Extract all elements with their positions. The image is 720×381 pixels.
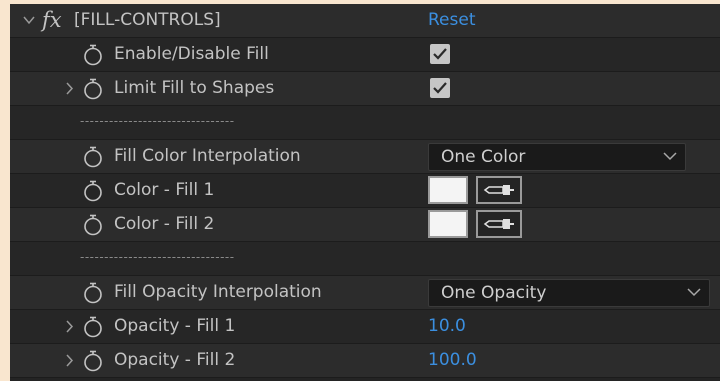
opacity-fill-1-label: Opacity - Fill 1 [114,316,236,336]
stopwatch-icon[interactable] [82,282,104,304]
effect-name: [FILL-CONTROLS] [74,10,221,30]
eyedropper-icon [483,219,514,229]
color-fill-1-row: Color - Fill 1 [10,174,720,208]
twirl-down-icon[interactable] [22,4,36,37]
color-fill-1-label: Color - Fill 1 [114,180,215,200]
stopwatch-icon[interactable] [82,180,104,202]
eyedropper-button[interactable] [476,210,522,238]
enable-fill-row: Enable/Disable Fill [10,38,720,72]
stopwatch-icon[interactable] [82,44,104,66]
opacity-interpolation-row: Fill Opacity Interpolation One Opacity [10,276,720,310]
opacity-interpolation-label: Fill Opacity Interpolation [114,282,322,302]
fx-icon[interactable]: fx [42,4,62,37]
opacity-interpolation-dropdown[interactable]: One Opacity [428,279,710,307]
dropdown-value: One Color [441,147,526,167]
twirl-right-icon[interactable] [64,344,74,377]
opacity-fill-2-value[interactable]: 100.0 [428,344,477,377]
chevron-down-icon [687,288,701,297]
opacity-fill-2-label: Opacity - Fill 2 [114,350,236,370]
color-fill-2-label: Color - Fill 2 [114,214,215,234]
enable-fill-label: Enable/Disable Fill [114,44,269,64]
eyedropper-icon [483,185,514,195]
color-interpolation-label: Fill Color Interpolation [114,146,301,166]
eyedropper-button[interactable] [476,176,522,204]
stopwatch-icon[interactable] [82,78,104,100]
limit-fill-checkbox[interactable] [430,78,450,98]
effect-header-row: fx [FILL-CONTROLS] Reset [10,4,720,38]
stopwatch-icon[interactable] [82,316,104,338]
color-interpolation-row: Fill Color Interpolation One Color [10,140,720,174]
enable-fill-checkbox[interactable] [430,44,450,64]
checkmark-icon [433,48,447,60]
separator-row: -------------------------------- [10,106,720,140]
limit-fill-row: Limit Fill to Shapes [10,72,720,106]
color-interpolation-dropdown[interactable]: One Color [428,143,686,171]
separator-row: -------------------------------- [10,242,720,276]
stopwatch-icon[interactable] [82,350,104,372]
stopwatch-icon[interactable] [82,146,104,168]
opacity-fill-1-value[interactable]: 10.0 [428,310,466,343]
effect-controls-panel: fx [FILL-CONTROLS] Reset Enable/Disable … [10,4,720,381]
opacity-fill-2-row: Opacity - Fill 2 100.0 [10,344,720,378]
checkmark-icon [433,82,447,94]
dropdown-value: One Opacity [441,283,547,303]
separator-text: -------------------------------- [80,250,235,264]
separator-text: -------------------------------- [80,114,235,128]
reset-link[interactable]: Reset [428,4,476,37]
twirl-right-icon[interactable] [64,310,74,343]
color-swatch[interactable] [428,210,468,238]
twirl-right-icon[interactable] [64,72,74,105]
chevron-down-icon [663,152,677,161]
stopwatch-icon[interactable] [82,214,104,236]
opacity-fill-1-row: Opacity - Fill 1 10.0 [10,310,720,344]
color-swatch[interactable] [428,176,468,204]
color-fill-2-row: Color - Fill 2 [10,208,720,242]
limit-fill-label: Limit Fill to Shapes [114,78,275,98]
